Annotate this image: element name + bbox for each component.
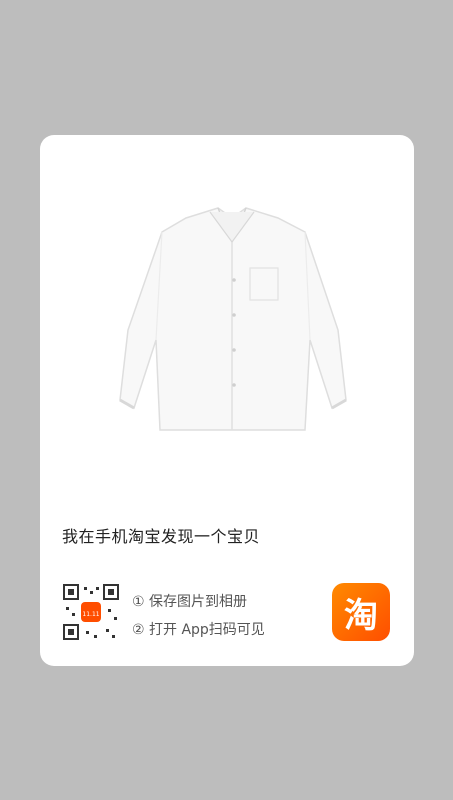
step-1: ① 保存图片到相册: [132, 594, 248, 610]
taobao-logo-glyph: 淘: [344, 595, 378, 636]
taobao-logo-icon[interactable]: 淘: [332, 583, 390, 641]
qr-center-badge: 11.11: [82, 611, 99, 618]
product-image-white-shirt: [100, 190, 365, 450]
qr-code-icon[interactable]: 11.11: [62, 583, 120, 641]
share-card: 我在手机淘宝发现一个宝贝 11.11 ① 保存图片到相册 ② 打开 App扫码可…: [40, 135, 414, 666]
share-title: 我在手机淘宝发现一个宝贝: [62, 527, 261, 546]
step-2: ② 打开 App扫码可见: [132, 622, 265, 638]
instructions: ① 保存图片到相册 ② 打开 App扫码可见: [132, 588, 265, 644]
